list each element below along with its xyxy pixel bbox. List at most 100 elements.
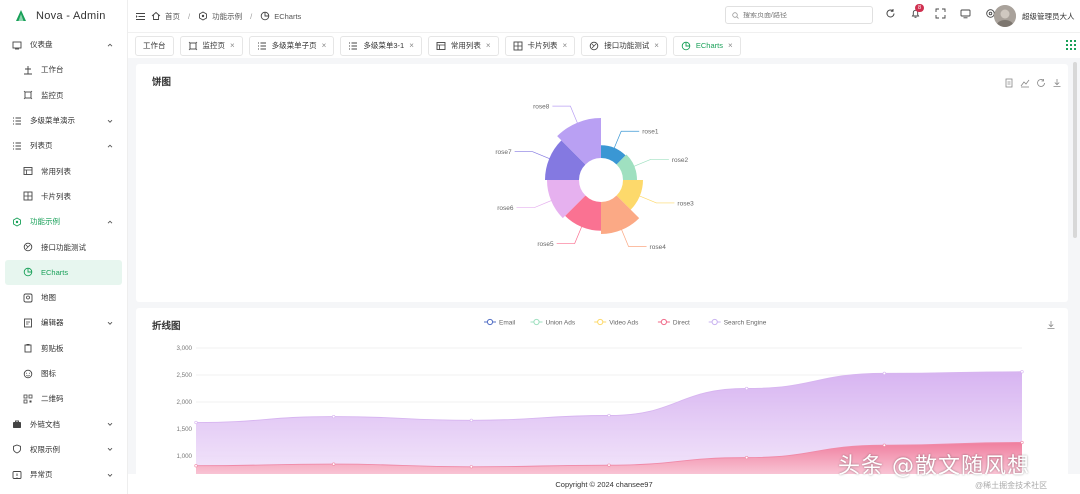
tab[interactable]: 多级菜单3-1 × — [340, 35, 422, 56]
table-icon — [23, 167, 33, 176]
legend-item[interactable]: Direct — [657, 318, 690, 326]
sidebar-item[interactable]: 异常页 — [5, 462, 122, 487]
area-point[interactable] — [194, 420, 198, 425]
area-point[interactable] — [1020, 440, 1024, 445]
legend-item[interactable]: Email — [484, 318, 516, 326]
area-point[interactable] — [745, 456, 749, 460]
area-point[interactable] — [332, 462, 336, 466]
tab-close-icon[interactable]: × — [409, 41, 414, 50]
sidebar-item[interactable]: 权限示例 — [5, 437, 122, 462]
chevron-down-icon — [107, 473, 113, 477]
avatar[interactable] — [994, 5, 1016, 27]
rose-label: rose3 — [677, 200, 694, 207]
breadcrumb-item[interactable]: 首页 — [151, 11, 180, 22]
sidebar-item[interactable]: 编辑器 — [5, 310, 122, 335]
rose-label: rose1 — [642, 129, 659, 136]
y-tick-label: 2,500 — [177, 372, 193, 379]
tab-close-icon[interactable]: × — [322, 41, 327, 50]
rose-label-line — [630, 158, 669, 169]
breadcrumb-item[interactable]: 功能示例 — [198, 11, 242, 22]
sidebar-item-icon-wrap — [23, 267, 33, 277]
sidebar-item[interactable]: ECharts — [5, 259, 122, 285]
area-point[interactable] — [332, 414, 336, 419]
list-icon — [13, 117, 21, 124]
area-point[interactable] — [607, 463, 611, 467]
tabs-menu-icon[interactable] — [1066, 40, 1076, 50]
tab-label: 接口功能测试 — [604, 41, 650, 50]
sidebar-item-label: 外链文档 — [30, 419, 60, 429]
sidebar-item[interactable]: 地图 — [5, 285, 122, 310]
area-point[interactable] — [469, 418, 473, 422]
scrollbar[interactable] — [1073, 62, 1077, 238]
tab-close-icon[interactable]: × — [230, 41, 235, 50]
breadcrumb-item[interactable]: ECharts — [260, 11, 301, 21]
monitor-icon[interactable] — [960, 8, 971, 19]
sidebar-item[interactable]: 工作台 — [5, 57, 122, 82]
dashboard-icon — [12, 41, 22, 50]
refresh-icon[interactable] — [885, 8, 896, 19]
sidebar-item-label: 异常页 — [30, 470, 53, 480]
legend-marker — [597, 318, 604, 326]
area-point[interactable] — [882, 443, 886, 447]
area-point[interactable] — [745, 386, 749, 391]
sidebar-item-icon-wrap — [23, 293, 33, 303]
tab-close-icon[interactable]: × — [654, 41, 659, 50]
sidebar-item[interactable]: 仪表盘 — [5, 32, 122, 57]
sidebar-item[interactable]: 列表页 — [5, 133, 122, 158]
legend-label: Email — [499, 319, 516, 326]
sidebar-item[interactable]: 二维码 — [5, 386, 122, 411]
sidebar-item-label: 功能示例 — [30, 217, 60, 227]
legend-label: Direct — [673, 319, 690, 326]
tab[interactable]: 卡片列表 × — [504, 35, 576, 56]
menu-toggle-icon[interactable] — [136, 12, 145, 21]
area-point[interactable] — [469, 465, 473, 469]
area-point[interactable] — [882, 371, 886, 375]
tab-close-icon[interactable]: × — [728, 41, 733, 50]
list-icon — [257, 42, 266, 49]
sidebar-item[interactable]: 常用列表 — [5, 158, 122, 183]
map-icon — [23, 293, 33, 303]
sidebar-item[interactable]: 外链文档 — [5, 411, 122, 436]
tab[interactable]: 工作台 — [135, 35, 174, 56]
username[interactable]: 超级管理员大人 — [1022, 11, 1075, 22]
sidebar-item[interactable]: 卡片列表 — [5, 184, 122, 209]
legend-item[interactable]: Search Engine — [708, 318, 767, 326]
rose-label-line — [635, 194, 675, 204]
rose-label-line — [552, 105, 580, 127]
rose-label-line — [556, 223, 584, 244]
app-title: Nova - Admin — [36, 10, 106, 22]
tab-close-icon[interactable]: × — [486, 41, 491, 50]
tab-close-icon[interactable]: × — [563, 41, 568, 50]
tab[interactable]: 多级菜单子页 × — [248, 35, 335, 56]
area-point[interactable] — [1020, 370, 1024, 374]
sidebar-item[interactable]: 监控页 — [5, 83, 122, 108]
area-point[interactable] — [194, 464, 198, 468]
sidebar-item[interactable]: 剪贴板 — [5, 336, 122, 361]
area-point[interactable] — [607, 413, 611, 418]
sidebar-item-icon-wrap — [23, 242, 33, 252]
y-tick-label: 3,000 — [177, 345, 193, 352]
link-icon — [13, 420, 21, 429]
app-logo[interactable]: Nova - Admin — [0, 0, 127, 32]
sidebar-item-label: 编辑器 — [41, 318, 64, 328]
tab-label: 多级菜单3-1 — [363, 41, 405, 50]
chart-icon — [260, 11, 270, 21]
legend-item[interactable]: Video Ads — [594, 318, 639, 326]
permission-icon — [13, 444, 21, 454]
sidebar-item[interactable]: 图标 — [5, 361, 122, 386]
sidebar-item[interactable]: 多级菜单演示 — [5, 108, 122, 133]
sidebar-item-icon-wrap — [12, 419, 22, 429]
legend-item[interactable]: Union Ads — [530, 318, 576, 326]
tab[interactable]: 监控页 × — [179, 35, 243, 56]
search-input[interactable] — [743, 11, 863, 19]
list-icon — [13, 142, 21, 150]
fullscreen-icon[interactable] — [935, 8, 946, 19]
tab[interactable]: 常用列表 × — [427, 35, 499, 56]
sidebar-item[interactable]: 接口功能测试 — [5, 234, 122, 259]
tab[interactable]: ECharts × — [672, 35, 741, 56]
tab[interactable]: 接口功能测试 × — [581, 35, 667, 56]
search-box[interactable] — [725, 6, 873, 24]
notification-button[interactable]: 8 — [910, 4, 925, 19]
tab-label: 常用列表 — [450, 41, 481, 50]
sidebar-item[interactable]: 功能示例 — [5, 209, 122, 234]
